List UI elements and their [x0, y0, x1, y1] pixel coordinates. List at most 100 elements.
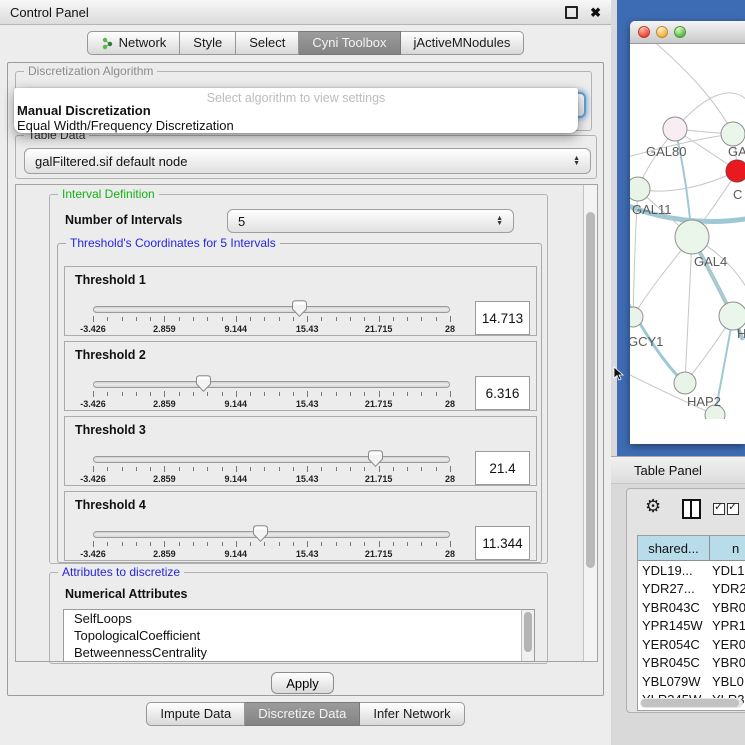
- attributes-scrollbar-thumb[interactable]: [524, 612, 532, 652]
- cell-shared-name[interactable]: YPR145W: [638, 617, 710, 636]
- slider-track[interactable]: [93, 306, 450, 313]
- close-icon[interactable]: ✖: [590, 6, 601, 19]
- algorithm-option-equal-width[interactable]: Equal Width/Frequency Discretization: [17, 118, 234, 133]
- threshold-value-field[interactable]: 14.713: [475, 301, 530, 335]
- cell-name[interactable]: YBR0: [710, 654, 745, 673]
- slider-tick: [350, 392, 351, 396]
- tab-style[interactable]: Style: [180, 31, 236, 55]
- slider-track[interactable]: [93, 531, 450, 538]
- slider-tick: [264, 542, 265, 546]
- slider-track[interactable]: [93, 381, 450, 388]
- slider-tick-label: 15.43: [296, 549, 319, 559]
- top-right-node[interactable]: [721, 122, 745, 146]
- tab-discretize-data[interactable]: Discretize Data: [245, 702, 360, 726]
- slider-tick: [250, 317, 251, 321]
- slider-tick: [293, 542, 294, 546]
- tab-infer-network[interactable]: Infer Network: [360, 702, 464, 726]
- table-row[interactable]: YIL052CYIL0: [638, 709, 745, 711]
- top-tab-row: NetworkStyleSelectCyni ToolboxjActiveMNo…: [0, 31, 611, 55]
- slider-thumb[interactable]: [292, 300, 307, 317]
- table-row[interactable]: YBR043CYBR0: [638, 598, 745, 617]
- slider-tick: [136, 317, 137, 321]
- tab-network[interactable]: Network: [87, 31, 181, 55]
- columns-icon[interactable]: [682, 499, 701, 519]
- cell-shared-name[interactable]: YER054C: [638, 635, 710, 654]
- attribute-item-topologicalcoefficient[interactable]: TopologicalCoefficient: [64, 627, 534, 644]
- slider-tick: [436, 542, 437, 546]
- gal80-node[interactable]: [663, 117, 687, 141]
- table-row[interactable]: YPR145WYPR1: [638, 617, 745, 636]
- cell-shared-name[interactable]: YDR27...: [638, 580, 710, 599]
- red-node[interactable]: [726, 160, 745, 182]
- network-graph: GAL80GACGAL11GAL4GCY1HHAP2: [630, 44, 745, 419]
- table-data-combobox[interactable]: galFiltered.sif default node ▲▼: [24, 148, 591, 174]
- cell-name[interactable]: YBR0: [710, 598, 745, 617]
- gear-icon[interactable]: ⚙: [645, 497, 661, 515]
- table-row[interactable]: YBR045CYBR0: [638, 654, 745, 673]
- attribute-item-selfloops[interactable]: SelfLoops: [64, 610, 534, 627]
- hap2-node[interactable]: [674, 372, 696, 394]
- threshold-label: Threshold 4: [75, 498, 146, 512]
- threshold-value-field[interactable]: 21.4: [475, 451, 530, 485]
- tab-cyni-toolbox[interactable]: Cyni Toolbox: [299, 31, 400, 55]
- thresholds-group: Threshold's Coordinates for 5 Intervals …: [57, 243, 542, 563]
- threshold-value-field[interactable]: 6.316: [475, 376, 530, 410]
- slider-tick-label: 2.859: [153, 324, 176, 334]
- table-row[interactable]: YDL19...YDL1: [638, 561, 745, 580]
- table-row[interactable]: YDR27...YDR2: [638, 580, 745, 599]
- window-minimize-button[interactable]: [656, 26, 668, 38]
- tab-select[interactable]: Select: [236, 31, 299, 55]
- cell-name[interactable]: YDL1: [710, 561, 745, 580]
- gal11-node[interactable]: [630, 177, 650, 201]
- attribute-item-betweennesscentrality[interactable]: BetweennessCentrality: [64, 644, 534, 661]
- slider-tick: [179, 317, 180, 321]
- slider-thumb[interactable]: [253, 525, 268, 542]
- table-header-shared-name[interactable]: shared...: [638, 536, 710, 560]
- cell-name[interactable]: YPR1: [710, 617, 745, 636]
- node-label-ga: GA: [728, 144, 745, 159]
- threshold-box-4: Threshold 4-3.4262.8599.14415.4321.71528…: [64, 491, 537, 561]
- apply-button[interactable]: Apply: [271, 672, 334, 694]
- attributes-group: Attributes to discretize Numerical Attri…: [49, 572, 548, 664]
- slider-track[interactable]: [93, 456, 450, 463]
- cell-shared-name[interactable]: YDL19...: [638, 561, 710, 580]
- node-label-hap2: HAP2: [687, 394, 721, 409]
- number-of-intervals-combobox[interactable]: 5 ▲▼: [227, 209, 514, 233]
- slider-tick: [236, 466, 237, 472]
- slider-tick: [136, 542, 137, 546]
- table-header-name[interactable]: n: [710, 536, 745, 560]
- cell-name[interactable]: YIL0: [710, 709, 745, 711]
- cyni-toolbox-panel: Discretization Algorithm ▲▼ Select algor…: [7, 62, 604, 696]
- table-header-row: shared... n: [638, 536, 745, 561]
- cell-shared-name[interactable]: YBR043C: [638, 598, 710, 617]
- table-row[interactable]: YER054CYER0: [638, 635, 745, 654]
- threshold-value-field[interactable]: 11.344: [475, 526, 530, 560]
- slider-tick-label: 15.43: [296, 324, 319, 334]
- slider-tick: [150, 317, 151, 321]
- cell-name[interactable]: YDR2: [710, 580, 745, 599]
- slider-thumb[interactable]: [368, 450, 383, 467]
- slider-tick: [279, 542, 280, 546]
- top-tab-group: NetworkStyleSelectCyni ToolboxjActiveMNo…: [87, 31, 525, 55]
- slider-thumb[interactable]: [196, 375, 211, 392]
- table-horizontal-scrollbar: [640, 698, 743, 708]
- cell-shared-name[interactable]: YBL079W: [638, 672, 710, 691]
- table-row[interactable]: YBL079WYBL0: [638, 672, 745, 691]
- algorithm-option-manual[interactable]: Manual Discretization: [17, 103, 151, 118]
- cell-shared-name[interactable]: YBR045C: [638, 654, 710, 673]
- float-window-icon[interactable]: [565, 6, 578, 19]
- gal4-node[interactable]: [675, 220, 709, 254]
- window-zoom-button[interactable]: [674, 26, 686, 38]
- checkbox-icon[interactable]: [713, 503, 725, 515]
- settings-scrollbar-thumb[interactable]: [586, 212, 595, 568]
- table-hscrollbar-thumb[interactable]: [641, 699, 739, 707]
- checkbox-icon[interactable]: [727, 503, 739, 515]
- cell-name[interactable]: YBL0: [710, 672, 745, 691]
- tab-impute-data[interactable]: Impute Data: [146, 702, 245, 726]
- network-canvas[interactable]: GAL80GACGAL11GAL4GCY1HHAP2: [630, 44, 745, 419]
- cell-name[interactable]: YER0: [710, 635, 745, 654]
- tab-jactivemnodules[interactable]: jActiveMNodules: [401, 31, 525, 55]
- threshold-label: Threshold 3: [75, 423, 146, 437]
- cell-shared-name[interactable]: YIL052C: [638, 709, 710, 711]
- window-close-button[interactable]: [638, 26, 650, 38]
